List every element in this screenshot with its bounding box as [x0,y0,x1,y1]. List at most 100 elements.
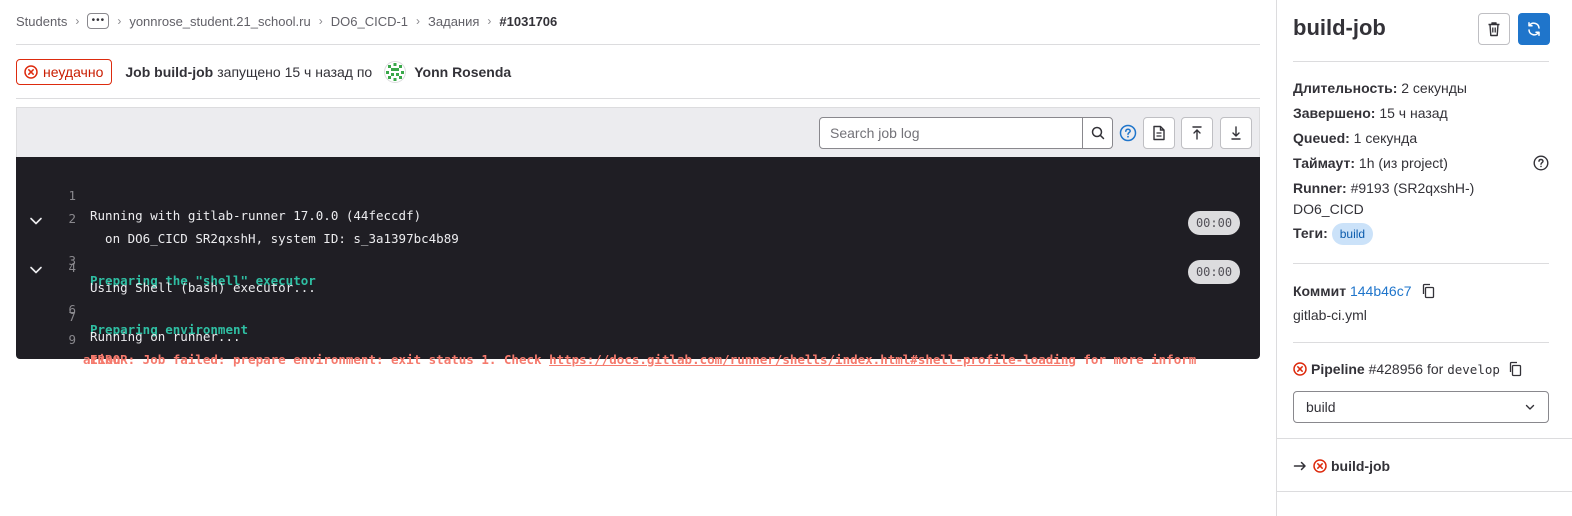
retry-job-button[interactable] [1518,13,1550,45]
stage-select[interactable]: build [1293,391,1549,423]
user-name-link[interactable]: Yonn Rosenda [414,64,511,80]
chevron-down-icon[interactable] [28,262,44,278]
user-avatar[interactable] [384,61,407,83]
divider [1293,342,1549,343]
log-error-line: 9 ERROR: Job failed: prepare environment… [16,310,1260,367]
show-raw-log-button[interactable] [1143,117,1175,149]
runner-label: Runner: [1293,180,1347,196]
divider [1277,438,1572,439]
finished-label: Завершено: [1293,105,1376,121]
scroll-bottom-icon [1231,126,1241,140]
job-list-item-label: build-job [1331,458,1391,474]
error-message: ERROR: Job failed: prepare environment: … [90,352,550,367]
scroll-to-bottom-button[interactable] [1220,117,1252,149]
sidebar-job-title: build-job [1293,15,1386,40]
breadcrumb-separator: › [416,14,421,28]
status-label: неудачно [43,64,104,80]
copy-icon[interactable] [1421,283,1435,299]
log-section-header[interactable]: 6 Preparing environment [16,260,1260,337]
divider [16,44,1260,45]
chevron-down-icon[interactable] [28,213,44,229]
runner-row: Runner: #9193 (SR2qxshH-) [1293,178,1474,198]
tag-badge: build [1331,223,1374,245]
log-line: 4 Using Shell (bash) executor... [16,238,1260,295]
log-line-wrap: ation [16,330,1260,367]
tags-label: Теги: [1293,225,1328,241]
breadcrumb-current-job[interactable]: #1031706 [499,14,557,29]
breadcrumb-more-button[interactable]: ••• [87,13,110,29]
arrow-right-icon [1293,461,1306,471]
section-duration-badge: 00:00 [1188,211,1240,235]
job-list-item[interactable]: build-job [1293,456,1390,476]
status-failed-icon [24,65,38,79]
chevron-down-icon [1525,404,1535,410]
search-icon [1091,126,1104,140]
erase-log-button[interactable] [1478,13,1510,45]
log-error-text: ERROR: Job failed: prepare environment: … [90,350,1196,370]
error-message-wrap: ation [83,352,121,367]
breadcrumb-project[interactable]: DO6_CICD-1 [331,14,408,29]
job-started-text: запущено 15 ч назад по [217,64,373,80]
log-line: 1 Running with gitlab-runner 17.0.0 (44f… [16,166,1260,223]
retry-icon [1528,22,1540,36]
docs-link[interactable]: https://docs.gitlab.com/runner/shells/in… [549,352,1076,367]
log-line: 2 on DO6_CICD SR2qxshH, system ID: s_3a1… [16,189,1260,246]
divider [16,98,1260,99]
pipeline-id-link[interactable]: #428956 [1369,361,1424,377]
status-badge[interactable]: неудачно [16,59,113,85]
job-log: 1 Running with gitlab-runner 17.0.0 (44f… [16,157,1260,367]
timeout-row: Таймаут: 1h (из project) [1293,153,1448,173]
finished-row: Завершено: 15 ч назад [1293,103,1448,123]
scroll-top-icon [1192,126,1202,140]
copy-icon[interactable] [1508,361,1522,377]
status-failed-icon [1313,459,1327,473]
help-icon[interactable] [1119,124,1137,142]
queued-row: Queued: 1 секунда [1293,128,1417,148]
commit-row: Коммит 144b46c7 [1293,281,1435,301]
breadcrumb-students[interactable]: Students [16,14,67,29]
breadcrumb-namespace[interactable]: yonnrose_student.21_school.ru [129,14,310,29]
divider [1293,263,1549,264]
commit-sha-link[interactable]: 144b46c7 [1350,283,1412,299]
log-line: 7 Running on runner... [16,287,1260,344]
job-header: неудачно Job build-job запущено 15 ч наз… [16,59,511,85]
runner-value: #9193 (SR2qxshH-) [1350,180,1475,196]
duration-label: Длительность: [1293,80,1398,96]
file-icon [1153,125,1165,141]
runner-name: DO6_CICD [1293,201,1364,217]
duration-value: 2 секунды [1401,80,1467,96]
status-failed-icon [1293,362,1307,376]
timeout-value: 1h (из project) [1358,155,1448,171]
commit-message: gitlab-ci.yml [1293,307,1367,323]
queued-label: Queued: [1293,130,1350,146]
search-box [819,117,1113,149]
job-sidebar: build-job Длительность: 2 секунды Заверш… [1276,0,1572,516]
search-button[interactable] [1082,118,1112,148]
breadcrumb: Students › ••• › yonnrose_student.21_sch… [16,12,557,30]
divider [1293,61,1549,62]
job-title: Job build-job [125,64,214,80]
log-toolbar [16,107,1260,157]
section-duration-badge: 00:00 [1188,260,1240,284]
pipeline-row: Pipeline #428956 for develop [1293,359,1522,380]
stage-select-value: build [1306,399,1336,415]
breadcrumb-separator: › [75,14,80,28]
breadcrumb-jobs[interactable]: Задания [428,14,479,29]
breadcrumb-separator: › [318,14,323,28]
tags-row: Теги: build [1293,223,1374,245]
pipeline-for-text: for [1426,361,1444,377]
timeout-label: Таймаут: [1293,155,1356,171]
main-content: Students › ••• › yonnrose_student.21_sch… [16,0,1260,516]
pipeline-label: Pipeline [1311,361,1365,377]
finished-value: 15 ч назад [1379,105,1448,121]
help-icon[interactable] [1533,155,1549,171]
search-job-log-input[interactable] [820,118,1082,148]
log-section-header[interactable]: 3 Preparing the "shell" executor [16,211,1260,288]
error-message-tail: for more inform [1075,352,1197,367]
divider [1277,491,1572,492]
scroll-to-top-button[interactable] [1181,117,1213,149]
pipeline-branch-link[interactable]: develop [1447,362,1500,377]
trash-icon [1488,22,1500,37]
breadcrumb-separator: › [487,14,492,28]
duration-row: Длительность: 2 секунды [1293,78,1467,98]
